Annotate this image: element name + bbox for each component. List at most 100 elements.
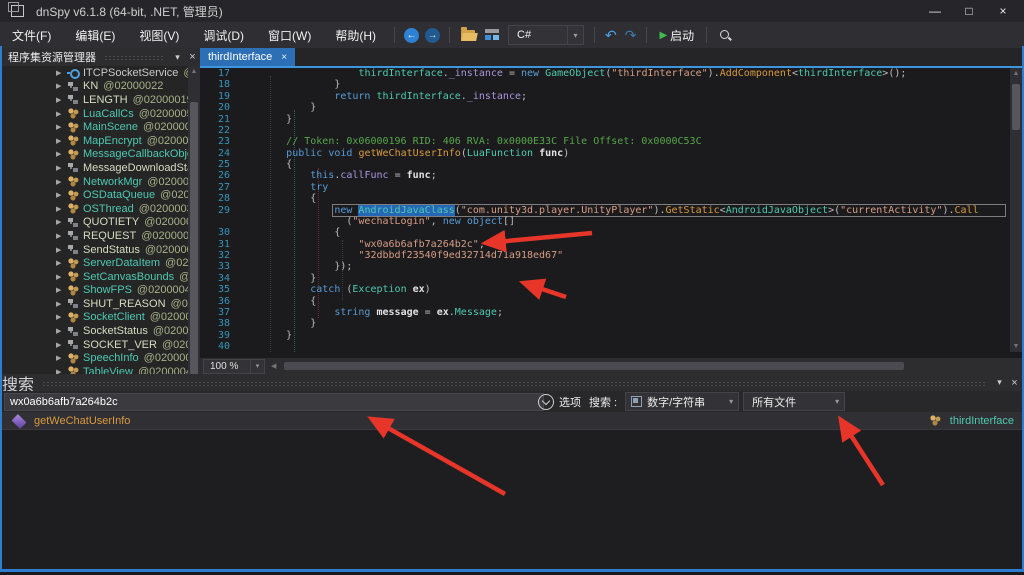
panel-close-icon[interactable]: × <box>185 51 200 63</box>
tab-thirdinterface[interactable]: thirdInterface × <box>200 48 295 66</box>
tree-item-SOCKET_VER[interactable]: ▶SOCKET_VER@020000 <box>2 338 188 352</box>
editor-horizontal-scrollbar[interactable] <box>284 362 904 370</box>
minimize-button[interactable]: — <box>918 0 952 22</box>
tree-item-OSDataQueue[interactable]: ▶OSDataQueue@02000 <box>2 188 188 202</box>
expander-icon[interactable]: ▶ <box>56 191 67 199</box>
scroll-left-icon[interactable]: ◀ <box>271 362 276 370</box>
assembly-explorer-header: 程序集资源管理器 ▾ × <box>2 48 200 66</box>
expander-icon[interactable]: ▶ <box>56 82 67 90</box>
expander-icon[interactable]: ▶ <box>56 259 67 267</box>
expander-icon[interactable]: ▶ <box>56 178 67 186</box>
open-file-icon[interactable] <box>461 30 475 41</box>
tree-item-SpeechInfo[interactable]: ▶SpeechInfo@0200006D <box>2 351 188 365</box>
menu-item-3[interactable]: 调试(D) <box>191 27 256 44</box>
chevron-down-icon[interactable]: ▾ <box>724 393 738 410</box>
expander-icon[interactable]: ▶ <box>56 218 67 226</box>
class-icon <box>67 135 79 146</box>
expander-icon[interactable]: ▶ <box>56 300 67 308</box>
tree-item-SetCanvasBounds[interactable]: ▶SetCanvasBounds@02 <box>2 270 188 284</box>
expander-icon[interactable]: ▶ <box>56 246 67 254</box>
tree-item-ShowFPS[interactable]: ▶ShowFPS@0200004C <box>2 284 188 298</box>
redo-button[interactable]: ↷ <box>625 27 637 44</box>
search-result-row[interactable]: getWeChatUserInfo thirdInterface <box>2 412 1022 430</box>
expander-icon[interactable]: ▶ <box>56 341 67 349</box>
scroll-up-icon[interactable]: ▲ <box>188 66 200 77</box>
code-line: 35 catch (Exception ex) <box>200 284 1008 295</box>
tree-item-SocketStatus[interactable]: ▶SocketStatus@020000 <box>2 324 188 338</box>
expander-icon[interactable]: ▶ <box>56 273 67 281</box>
scrollbar-thumb[interactable] <box>1012 84 1020 130</box>
search-type-select[interactable]: 数字/字符串 ▾ <box>625 392 739 411</box>
tree-item-MessageCallbackObjec[interactable]: ▶MessageCallbackObjec <box>2 148 188 162</box>
expander-icon[interactable]: ▶ <box>56 96 67 104</box>
menu-item-2[interactable]: 视图(V) <box>127 27 191 44</box>
options-label[interactable]: 选项 <box>559 394 581 410</box>
tab-close-icon[interactable]: × <box>281 52 287 63</box>
start-debug-icon[interactable]: ▶ <box>659 30 667 41</box>
search-scope-select[interactable]: 所有文件 ▾ <box>743 392 845 411</box>
expander-icon[interactable]: ▶ <box>56 205 67 213</box>
expander-icon[interactable]: ▶ <box>56 327 67 335</box>
app-icon <box>11 5 24 17</box>
tree-item-token: @02000065 <box>145 244 188 256</box>
chevron-down-icon[interactable]: ▾ <box>567 26 583 44</box>
panel-menu-icon[interactable]: ▾ <box>170 52 185 63</box>
menu-item-1[interactable]: 编辑(E) <box>63 27 127 44</box>
options-chevron-icon[interactable] <box>538 394 554 410</box>
scroll-up-icon[interactable]: ▲ <box>1010 68 1022 79</box>
close-button[interactable]: × <box>986 0 1020 22</box>
expander-icon[interactable]: ▶ <box>56 150 67 158</box>
tree-item-SendStatus[interactable]: ▶SendStatus@02000065 <box>2 243 188 257</box>
tree-item-LuaCallCs[interactable]: ▶LuaCallCs@0200005E <box>2 107 188 121</box>
tree-item-MapEncrypt[interactable]: ▶MapEncrypt@0200003 <box>2 134 188 148</box>
expander-icon[interactable]: ▶ <box>56 232 67 240</box>
zoom-level-select[interactable]: 100 % <box>203 359 251 374</box>
panel-close-icon[interactable]: × <box>1007 377 1022 389</box>
expander-icon[interactable]: ▶ <box>56 137 67 145</box>
expander-icon[interactable]: ▶ <box>56 69 67 77</box>
result-name[interactable]: getWeChatUserInfo <box>34 415 130 427</box>
class-icon <box>67 203 79 214</box>
tree-item-KN[interactable]: ▶KN@02000022 <box>2 80 188 94</box>
language-select[interactable]: C# ▾ <box>508 25 584 45</box>
menu-item-0[interactable]: 文件(F) <box>0 27 63 44</box>
expander-icon[interactable]: ▶ <box>56 354 67 362</box>
zoom-dropdown-icon[interactable]: ▾ <box>251 359 265 374</box>
search-input[interactable] <box>4 393 544 411</box>
maximize-button[interactable]: □ <box>952 0 986 22</box>
tree-item-SHUT_REASON[interactable]: ▶SHUT_REASON@0200 <box>2 297 188 311</box>
tree-item-MainScene[interactable]: ▶MainScene@02000057 <box>2 120 188 134</box>
tree-item-SocketClient[interactable]: ▶SocketClient@0200004 <box>2 311 188 325</box>
scroll-down-icon[interactable]: ▼ <box>1010 341 1022 352</box>
navigate-forward-button[interactable]: → <box>425 28 440 43</box>
start-debug-label[interactable]: 启动 <box>670 27 694 44</box>
expander-icon[interactable]: ▶ <box>56 313 67 321</box>
tree-item-REQUEST[interactable]: ▶REQUEST@0200001B <box>2 229 188 243</box>
tree-item-ITCPSocketService[interactable]: ▶ITCPSocketService@02 <box>2 66 188 80</box>
line-number <box>200 216 238 227</box>
expander-icon[interactable]: ▶ <box>56 123 67 131</box>
menu-item-4[interactable]: 窗口(W) <box>256 27 323 44</box>
panel-menu-icon[interactable]: ▾ <box>992 377 1007 388</box>
chevron-down-icon[interactable]: ▾ <box>830 393 844 410</box>
code-line: 33 }); <box>200 261 1008 272</box>
undo-button[interactable]: ↶ <box>605 27 617 44</box>
code-editor[interactable]: 17 thirdInterface._instance = new GameOb… <box>200 68 1008 353</box>
navigate-back-button[interactable]: ← <box>404 28 419 43</box>
save-module-icon[interactable] <box>485 29 499 41</box>
expander-icon[interactable]: ▶ <box>56 164 67 172</box>
menu-item-5[interactable]: 帮助(H) <box>323 27 388 44</box>
expander-icon[interactable]: ▶ <box>56 286 67 294</box>
editor-vertical-scrollbar[interactable]: ▲ ▼ <box>1010 68 1022 352</box>
tree-item-ServerDataItem[interactable]: ▶ServerDataItem@0200 <box>2 256 188 270</box>
tree-item-OSThread[interactable]: ▶OSThread@0200003F <box>2 202 188 216</box>
expander-icon[interactable]: ▶ <box>56 110 67 118</box>
result-location[interactable]: thirdInterface <box>950 415 1014 427</box>
code-line: 23 // Token: 0x06000196 RID: 406 RVA: 0x… <box>200 136 1008 147</box>
tree-item-NetworkMgr[interactable]: ▶NetworkMgr@020000 <box>2 175 188 189</box>
line-number: 33 <box>200 261 238 272</box>
tree-item-QUOTIETY[interactable]: ▶QUOTIETY@0200001C <box>2 216 188 230</box>
tree-item-LENGTH[interactable]: ▶LENGTH@02000019 <box>2 93 188 107</box>
tree-item-MessageDownloadStat[interactable]: ▶MessageDownloadStat <box>2 161 188 175</box>
search-icon[interactable] <box>719 29 732 42</box>
